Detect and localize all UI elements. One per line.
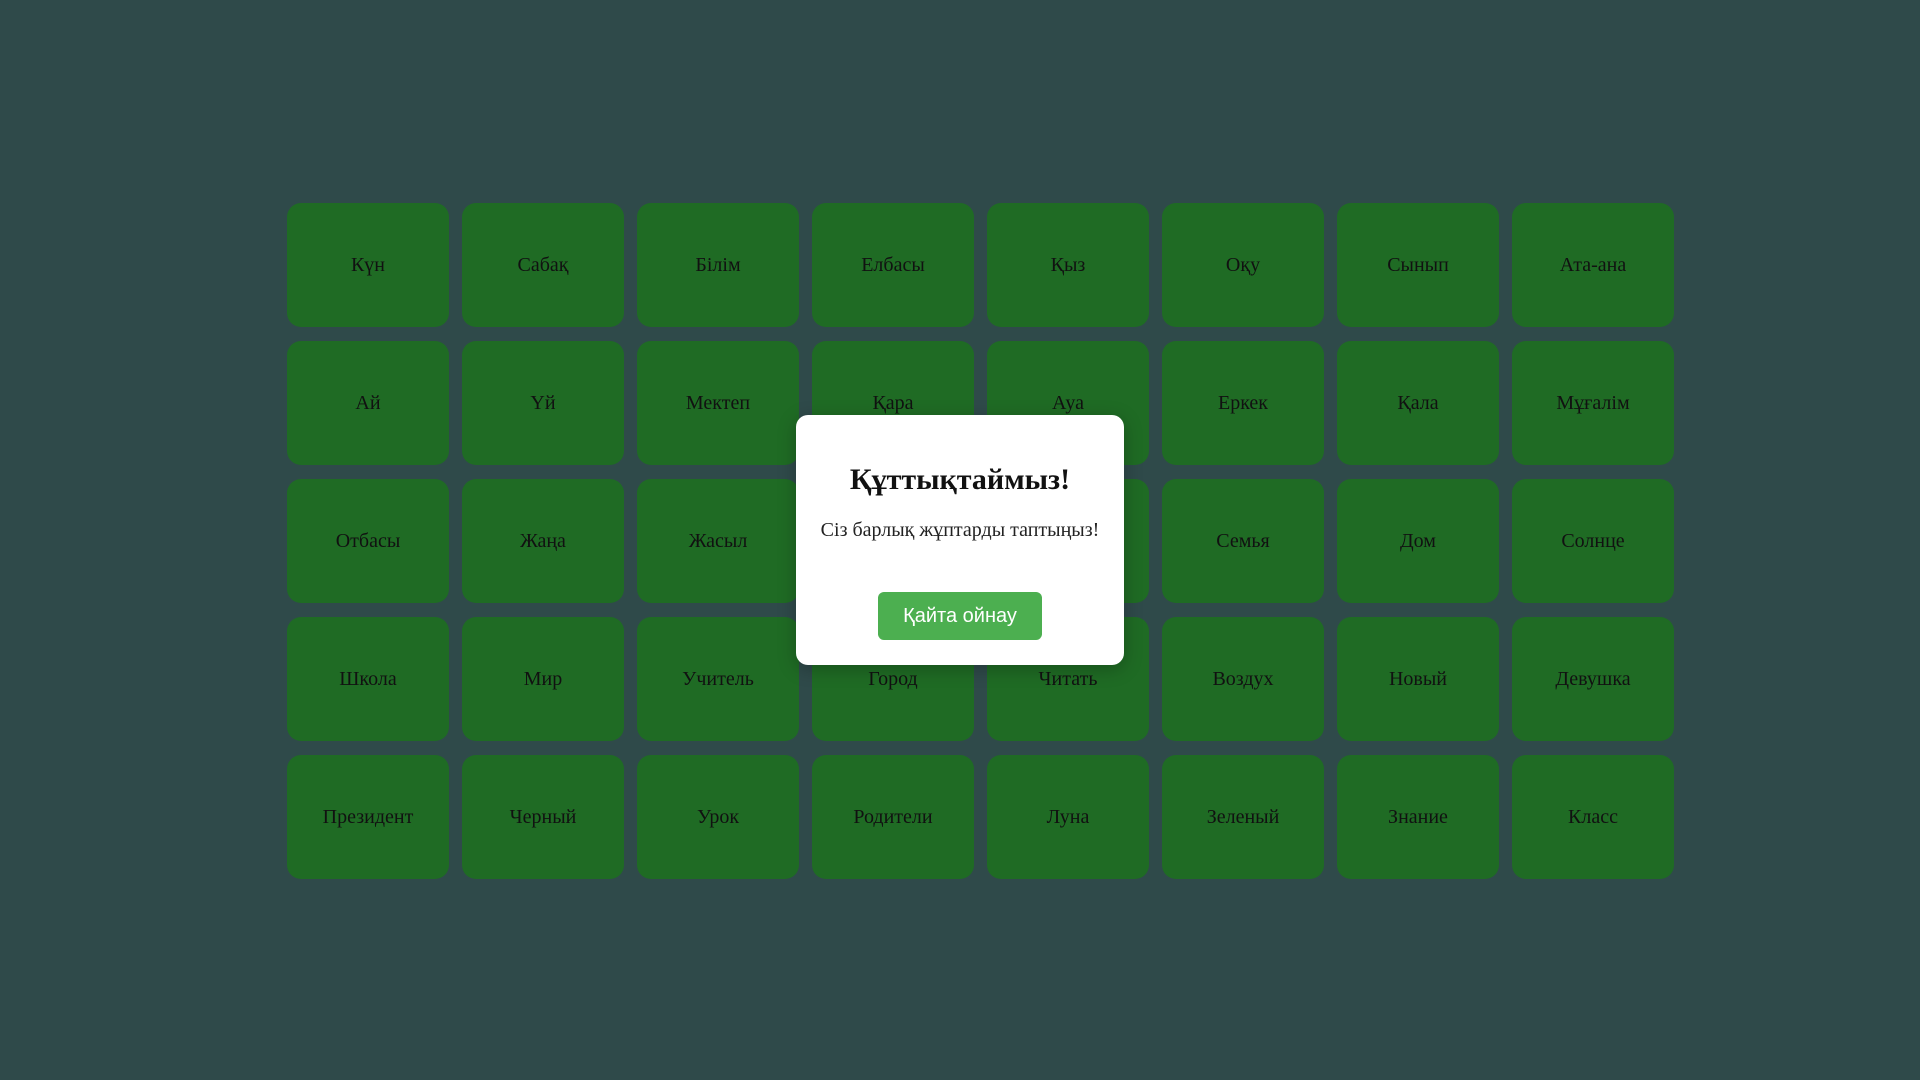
play-again-button[interactable]: Қайта ойнау [878,592,1042,640]
card[interactable]: Девушка [1512,617,1674,741]
card[interactable]: Ай [287,341,449,465]
card[interactable]: Мир [462,617,624,741]
card[interactable]: Воздух [1162,617,1324,741]
modal-title: Құттықтаймыз! [849,463,1071,496]
congratulations-modal: Құттықтаймыз! Сіз барлық жұптарды таптың… [796,415,1124,665]
card[interactable]: Класс [1512,755,1674,879]
card[interactable]: Учитель [637,617,799,741]
card[interactable]: Еркек [1162,341,1324,465]
card[interactable]: Школа [287,617,449,741]
card[interactable]: Үй [462,341,624,465]
card[interactable]: Ата-ана [1512,203,1674,327]
card[interactable]: Черный [462,755,624,879]
card[interactable]: Мұғалім [1512,341,1674,465]
card[interactable]: Семья [1162,479,1324,603]
card[interactable]: Президент [287,755,449,879]
card[interactable]: Жаңа [462,479,624,603]
modal-message: Сіз барлық жұптарды таптыңыз! [820,519,1100,541]
card[interactable]: Сынып [1337,203,1499,327]
card[interactable]: Білім [637,203,799,327]
card[interactable]: Дом [1337,479,1499,603]
card[interactable]: Қала [1337,341,1499,465]
card[interactable]: Қыз [987,203,1149,327]
card[interactable]: Оқу [1162,203,1324,327]
card[interactable]: Урок [637,755,799,879]
card[interactable]: Сабақ [462,203,624,327]
card[interactable]: Родители [812,755,974,879]
card[interactable]: Знание [1337,755,1499,879]
card[interactable]: Луна [987,755,1149,879]
card[interactable]: Елбасы [812,203,974,327]
card[interactable]: Новый [1337,617,1499,741]
card[interactable]: Жасыл [637,479,799,603]
card[interactable]: Солнце [1512,479,1674,603]
card[interactable]: Отбасы [287,479,449,603]
card[interactable]: Мектеп [637,341,799,465]
card[interactable]: Күн [287,203,449,327]
card[interactable]: Зеленый [1162,755,1324,879]
